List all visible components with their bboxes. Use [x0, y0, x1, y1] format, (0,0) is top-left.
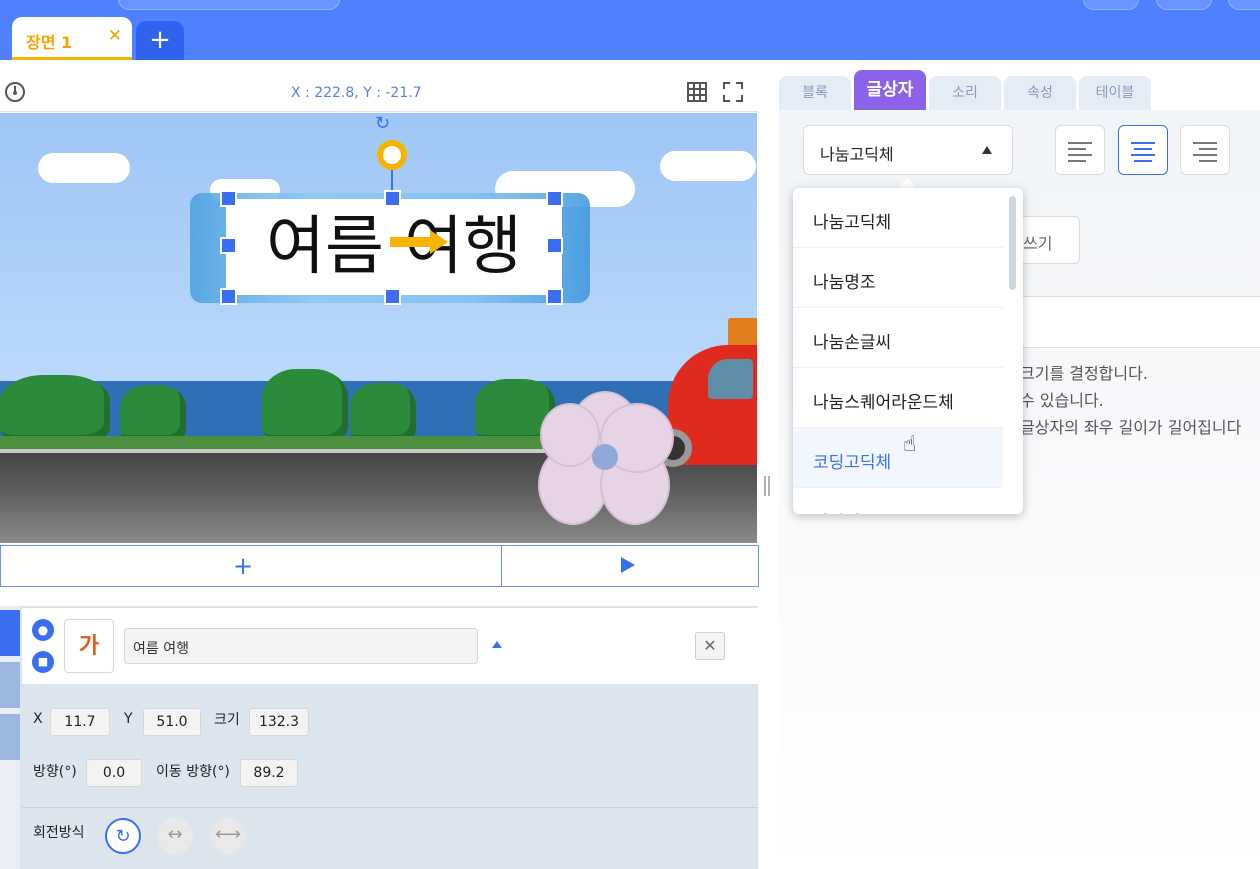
font-option[interactable]: 잘난체 [793, 488, 1003, 514]
font-select-value: 나눔고딕체 [820, 145, 894, 164]
top-button[interactable] [1083, 0, 1139, 10]
speed-icon[interactable] [4, 81, 26, 107]
align-left-button[interactable] [1055, 125, 1105, 175]
side-tab-console[interactable] [0, 714, 20, 760]
object-thumbnail[interactable]: 가 [64, 619, 114, 673]
y-field[interactable]: 51.0 [143, 708, 201, 736]
suitcase [728, 318, 757, 348]
dropdown-scrollbar[interactable] [1009, 196, 1016, 290]
stage-header: X : 222.8, Y : -21.7 [0, 72, 758, 112]
divider [501, 546, 502, 586]
size-field[interactable]: 132.3 [249, 708, 309, 736]
hand-cursor-icon: ☝ [903, 432, 917, 457]
help-text: 수 있습니다. [1020, 391, 1104, 410]
play-icon[interactable] [621, 557, 635, 573]
lock-icon[interactable]: ■ [32, 651, 54, 673]
side-tab-objects[interactable] [0, 610, 20, 656]
bush [0, 375, 110, 441]
stage-footer: + [0, 545, 759, 587]
center-marker-arrow [430, 230, 448, 254]
tab-table[interactable]: 테이블 [1079, 76, 1151, 110]
text-input[interactable] [1010, 296, 1260, 348]
font-option[interactable]: 나눔손글씨 [793, 308, 1003, 368]
scene-tab-1[interactable]: 장면 1 ✕ [12, 17, 132, 60]
add-scene-button[interactable]: + [136, 21, 184, 60]
move-direction-field[interactable]: 89.2 [240, 759, 298, 787]
rotate-none-button[interactable]: ⟷ [210, 818, 246, 854]
grid-icon[interactable] [686, 81, 708, 107]
rotate-icon[interactable]: ↻ [375, 113, 390, 134]
chevron-up-icon[interactable] [492, 641, 502, 648]
rotation-mode-label: 회전방식 [33, 825, 85, 841]
help-text: 크기를 결정합니다. [1020, 364, 1148, 383]
fullscreen-icon[interactable] [722, 81, 744, 107]
resize-handle[interactable] [220, 190, 237, 207]
resize-handle[interactable] [220, 237, 237, 254]
cloud [660, 151, 756, 181]
rotation-handle[interactable] [377, 140, 407, 170]
top-button[interactable] [1156, 0, 1212, 10]
bush [350, 383, 416, 441]
bush [120, 385, 186, 441]
flower-petal [540, 403, 600, 467]
eye-icon[interactable]: ● [32, 619, 54, 641]
font-dropdown: 나눔고딕체 나눔명조 나눔손글씨 나눔스퀘어라운드체 코딩고딕체 잘난체 [793, 188, 1023, 514]
close-icon[interactable]: ✕ [108, 26, 122, 46]
font-option[interactable]: 나눔고딕체 [793, 188, 1003, 248]
title-text[interactable]: 여름 여행 [226, 199, 562, 295]
write-button-label: 쓰기 [1023, 234, 1053, 253]
object-side-tabs [0, 606, 20, 869]
object-name-field[interactable]: 여름 여행 [124, 628, 478, 664]
rotate-free-button[interactable]: ↻ [105, 818, 141, 854]
font-select[interactable]: 나눔고딕체 [803, 125, 1013, 175]
font-option[interactable]: 코딩고딕체 [793, 428, 1003, 488]
x-label: X [33, 711, 43, 727]
move-direction-label: 이동 방향(°) [156, 764, 230, 780]
resize-handle[interactable] [546, 190, 563, 207]
tab-blocks[interactable]: 블록 [779, 76, 851, 110]
divider [22, 807, 758, 808]
resize-handle[interactable] [546, 237, 563, 254]
coordinate-readout: X : 222.8, Y : -21.7 [291, 85, 422, 101]
help-text: 글상자의 좌우 길이가 길어집니다 [1020, 418, 1242, 437]
side-tab-help[interactable] [0, 662, 20, 708]
tab-sound[interactable]: 소리 [929, 76, 1001, 110]
bush [262, 369, 348, 441]
tab-properties[interactable]: 속성 [1004, 76, 1076, 110]
size-label: 크기 [214, 712, 240, 728]
resize-handle[interactable] [384, 190, 401, 207]
resize-handle[interactable] [384, 288, 401, 305]
direction-label: 방향(°) [33, 764, 77, 780]
panel-resize-handle[interactable] [764, 476, 772, 496]
font-option[interactable]: 나눔스퀘어라운드체 [793, 368, 1003, 428]
font-option[interactable]: 나눔명조 [793, 248, 1003, 308]
stage-canvas[interactable]: 여름 여행 ↻ [0, 113, 757, 543]
direction-field[interactable]: 0.0 [86, 759, 142, 787]
align-center-button[interactable] [1118, 125, 1168, 175]
align-right-button[interactable] [1180, 125, 1230, 175]
delete-object-button[interactable]: ✕ [695, 632, 725, 660]
resize-handle[interactable] [546, 288, 563, 305]
top-button[interactable] [1228, 0, 1260, 10]
top-bar [0, 0, 1260, 60]
chevron-up-icon [982, 146, 992, 154]
add-object-button[interactable]: + [233, 552, 253, 580]
flower-center [592, 444, 618, 470]
scene-tab-label: 장면 1 [26, 33, 73, 52]
top-pill [118, 0, 340, 10]
y-label: Y [124, 711, 133, 727]
resize-handle[interactable] [220, 288, 237, 305]
x-field[interactable]: 11.7 [50, 708, 110, 736]
rotate-horizontal-button[interactable]: ↔ [157, 818, 193, 854]
cloud [38, 153, 130, 183]
car-window [708, 359, 753, 399]
tab-textbox[interactable]: 글상자 [854, 70, 926, 110]
